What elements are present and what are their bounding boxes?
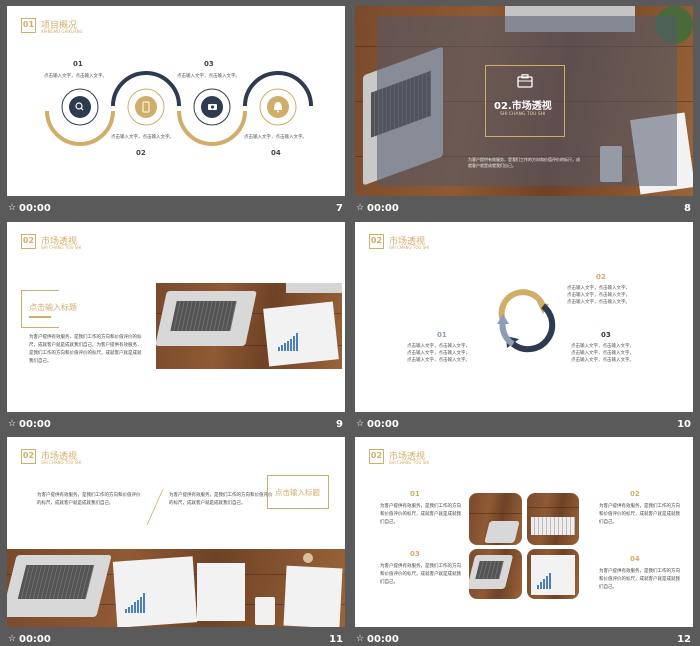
slide-canvas: 02 市场透视 SHI CHANG TOU SHI 01 为客户提供有效服务，是… (355, 437, 693, 627)
item-label: 02 (596, 273, 606, 281)
animation-icon[interactable]: ☆ (356, 634, 364, 644)
block-text: 为客户提供有效服务，是我们工作的方向和价值评价的标尺，成就客户就是成就我们自己。 (380, 504, 461, 525)
slide-number: 11 (329, 634, 343, 645)
slide-timing: 00:00 (367, 419, 399, 430)
block-label: 04 (630, 555, 640, 563)
paper-chart-bars (278, 331, 298, 351)
item-label: 03 (601, 331, 611, 339)
item-line: 点击输入文字，点击输入文字。 (407, 358, 470, 363)
animation-icon[interactable]: ☆ (8, 419, 16, 429)
slide-number: 9 (336, 419, 343, 430)
item-line: 点击输入文字，点击输入文字， (567, 286, 630, 291)
slide-footer: ☆ 00:00 12 (355, 632, 693, 646)
photo-tile (469, 549, 522, 599)
photo-tile (527, 493, 579, 545)
step-text: 点击输入文字，点击输入文字。 (111, 135, 174, 140)
step-label: 01 (73, 60, 83, 68)
step-text: 点击输入文字，点击输入文字。 (244, 135, 307, 140)
slide-canvas: 02.市场透视 SHI CHANG TOU SHI 为客户提供有效服务，是我们工… (355, 6, 693, 196)
animation-icon[interactable]: ☆ (8, 203, 16, 213)
slide-footer: ☆ 00:00 8 (355, 201, 693, 219)
block-label: 01 (410, 490, 420, 498)
camera-icon (208, 104, 217, 110)
item-line: 点击输入文字，点击输入文字， (407, 351, 470, 356)
step-label: 04 (271, 149, 281, 157)
step-text: 点击输入文字，点击输入文字。 (177, 74, 240, 79)
slide-heading: 点击输入标题 (275, 488, 320, 497)
slide-caption: 为客户提供有效服务，是我们工作的方向和价值评价的标尺，成就客户就是成就我们自己。 (468, 157, 580, 168)
animation-icon[interactable]: ☆ (356, 203, 364, 213)
item-line: 点击输入文字，点击输入文字， (571, 344, 634, 349)
step-label: 02 (136, 149, 146, 157)
slide-heading: 点击输入标题 (29, 303, 77, 312)
slide-timing: 00:00 (19, 419, 51, 430)
block-label: 03 (410, 550, 420, 558)
slide-title: 02.市场透视 (494, 101, 552, 112)
block-text: 为客户提供有效服务，是我们工作的方向和价值评价的标尺，成就客户就是成就我们自己。 (599, 569, 680, 590)
slide-timing: 00:00 (367, 203, 399, 214)
item-line: 点击输入文字，点击输入文字， (567, 293, 630, 298)
slide-footer: ☆ 00:00 7 (7, 201, 345, 219)
photo-tile (527, 549, 579, 599)
slide-paragraph: 为客户提供有效服务，是我们工作的方向和价值评价的标尺，成就客户就是成就我们自己。 (37, 493, 141, 506)
slide-canvas: 02 市场透视 SHI CHANG TOU SHI 点击输入标题 为客户提供有效… (7, 222, 345, 412)
block-text: 为客户提供有效服务，是我们工作的方向和价值评价的标尺，成就客户就是成就我们自己。 (380, 564, 461, 585)
section-subtitle: SHI CHANG TOU SHI (389, 460, 430, 465)
step-label: 03 (204, 60, 214, 68)
section-number: 02 (21, 449, 36, 464)
slide-canvas: 02 市场透视 SHI CHANG TOU SHI 为客户提供有效服务，是我们工… (7, 437, 345, 627)
step-text: 点击输入文字，点击输入文字。 (44, 74, 107, 79)
cycle-arrows-icon (497, 289, 556, 353)
slide-canvas: 01 项目概况 XIANGMU GAIKUANG 01 点击输入文字，点击输入文… (7, 6, 345, 196)
item-line: 点击输入文字，点击输入文字。 (567, 300, 630, 305)
diagonal-divider (146, 488, 164, 526)
item-label: 01 (437, 331, 447, 339)
slide-footer: ☆ 00:00 9 (7, 417, 345, 435)
slide-canvas: 02 市场透视 SHI CHANG TOU SHI 02 点击输入文字，点击输入… (355, 222, 693, 412)
slide-number: 8 (684, 203, 691, 214)
slide-number: 10 (677, 419, 691, 430)
process-arcs (45, 71, 313, 146)
photo-tile (469, 493, 522, 545)
slide-number: 12 (677, 634, 691, 645)
slide-footer: ☆ 00:00 11 (7, 632, 345, 646)
desk-photo (156, 283, 342, 369)
desk-photo (7, 549, 345, 627)
briefcase-icon (517, 74, 533, 88)
item-line: 点击输入文字，点击输入文字， (407, 344, 470, 349)
block-label: 02 (630, 490, 640, 498)
slide-paragraph: 为客户提供有效服务，是我们工作的方向和价值评价的标尺，成就客户就是成就我们自己。… (29, 335, 142, 364)
slide-timing: 00:00 (367, 634, 399, 645)
section-subtitle: SHI CHANG TOU SHI (41, 245, 82, 250)
section-number: 02 (369, 234, 384, 249)
animation-icon[interactable]: ☆ (356, 419, 364, 429)
slide-number: 7 (336, 203, 343, 214)
slide-footer: ☆ 00:00 10 (355, 417, 693, 435)
section-subtitle: SHI CHANG TOU SHI (389, 245, 430, 250)
section-subtitle: SHI CHANG TOU SHI (41, 460, 82, 465)
section-number: 02 (21, 234, 36, 249)
item-line: 点击输入文字，点击输入文字。 (571, 358, 634, 363)
slide-timing: 00:00 (19, 203, 51, 214)
paper-chart-bars (125, 589, 145, 613)
animation-icon[interactable]: ☆ (8, 634, 16, 644)
heading-underline (29, 316, 51, 318)
slide-subtitle: SHI CHANG TOU SHI (500, 112, 546, 117)
item-line: 点击输入文字，点击输入文字， (571, 351, 634, 356)
block-text: 为客户提供有效服务，是我们工作的方向和价值评价的标尺，成就客户就是成就我们自己。 (599, 504, 680, 525)
slide-timing: 00:00 (19, 634, 51, 645)
section-number: 02 (369, 449, 384, 464)
slide-paragraph: 为客户提供有效服务，是我们工作的方向和价值评价的标尺，成就客户就是成就我们自己。 (169, 493, 273, 506)
